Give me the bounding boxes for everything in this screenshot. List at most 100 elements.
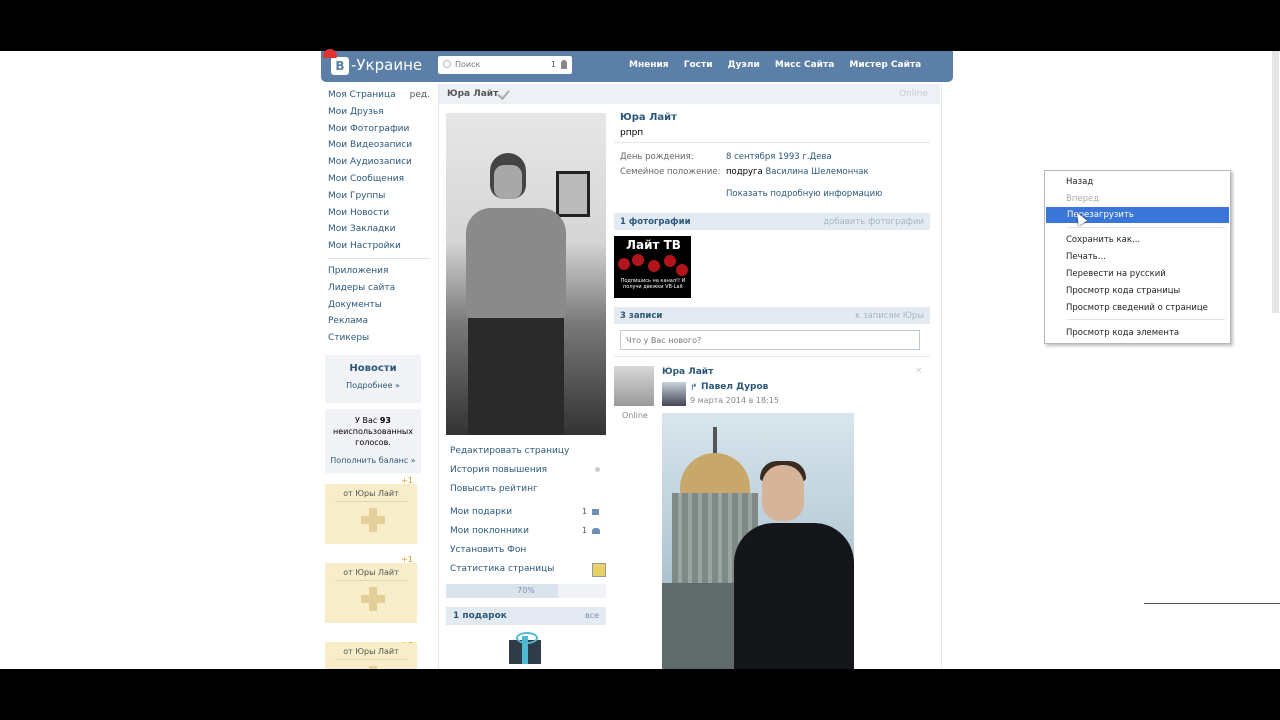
user-icon xyxy=(561,60,567,69)
rose-shape xyxy=(664,255,676,267)
post-delete-icon[interactable]: × xyxy=(915,366,923,376)
news-box: Новости Подробнее » xyxy=(325,355,421,403)
gift-plus: +1 xyxy=(401,476,413,485)
marital-value: подруга Василина Шелемончак xyxy=(726,167,869,177)
nav-guests[interactable]: Гости xyxy=(684,60,713,70)
stats-icon[interactable] xyxy=(592,563,606,577)
sidebar-item-ads[interactable]: Реклама xyxy=(328,313,430,330)
cross-icon xyxy=(361,508,385,532)
post-date[interactable]: 9 марта 2014 в 18:15 xyxy=(690,396,779,405)
gifts-all-link[interactable]: все xyxy=(585,611,599,620)
new-post-field[interactable] xyxy=(620,330,920,350)
sidebar-item-bookmarks[interactable]: Мои Закладки xyxy=(328,221,430,238)
my-fans-link[interactable]: Мои поклонники xyxy=(450,526,529,536)
search-input[interactable] xyxy=(453,59,547,70)
post-author-avatar[interactable] xyxy=(614,366,654,406)
search-box[interactable]: 1 xyxy=(438,56,572,74)
menu-item-inspect[interactable]: Просмотр кода элемента xyxy=(1045,325,1230,341)
repost-icon: ↱ xyxy=(690,383,698,393)
photo-legs xyxy=(468,318,564,435)
site-header: В -Украине 1 Мнения Гости Дуэли Мисс Сай… xyxy=(321,49,953,82)
menu-item-back[interactable]: Назад xyxy=(1045,174,1230,190)
raise-rating-link[interactable]: Повысить рейтинг xyxy=(450,484,538,494)
gift-card[interactable]: +1 от Юры Лайт xyxy=(325,642,417,669)
post-author-name[interactable]: Юра Лайт xyxy=(662,367,713,377)
repost-author-avatar[interactable] xyxy=(662,382,686,406)
my-gifts-link[interactable]: Мои подарки xyxy=(450,507,512,517)
sidebar-item-news[interactable]: Мои Новости xyxy=(328,205,430,222)
nav-miss[interactable]: Мисс Сайта xyxy=(775,60,834,70)
votes-count: 93 xyxy=(379,416,391,425)
gift-from: от Юры Лайт xyxy=(343,489,399,498)
video-letterbox-bottom xyxy=(0,669,1280,720)
menu-item-view-source[interactable]: Просмотр кода страницы xyxy=(1045,283,1230,299)
online-count: 1 xyxy=(550,60,556,69)
cross-icon xyxy=(361,587,385,611)
zodiac-link[interactable]: Дева xyxy=(810,152,832,162)
divider-line xyxy=(1144,603,1280,604)
sidebar-item-videos[interactable]: Мои Видеозаписи xyxy=(328,137,430,154)
nav-duels[interactable]: Дуэли xyxy=(728,60,760,70)
rose-shape xyxy=(618,258,630,270)
photos-title[interactable]: 1 фотографии xyxy=(620,217,691,227)
gifts-title[interactable]: 1 подарок xyxy=(453,611,507,621)
santa-hat-icon xyxy=(323,49,337,58)
page-scrollbar[interactable] xyxy=(1272,51,1279,313)
sidebar-item-friends[interactable]: Мои Друзья xyxy=(328,104,430,121)
wall-title[interactable]: 3 записи xyxy=(620,311,662,321)
edit-link[interactable]: ред. xyxy=(410,87,430,104)
photo-thumbnail[interactable]: Лайт ТВ Подпишись на канал!! И получи дв… xyxy=(614,236,691,298)
page-stats-link[interactable]: Статистика страницы xyxy=(450,564,554,574)
birthday-date-link[interactable]: 8 сентября 1993 г. xyxy=(726,152,810,162)
wall-link[interactable]: к записям Юры xyxy=(855,311,924,321)
sidebar-item-messages[interactable]: Мои Сообщения xyxy=(328,171,430,188)
gift-card[interactable]: +1 от Юры Лайт xyxy=(325,555,417,623)
news-more-link[interactable]: Подробнее » xyxy=(325,381,421,390)
new-post-input[interactable] xyxy=(624,335,918,346)
menu-item-page-info[interactable]: Просмотр сведений о странице xyxy=(1045,300,1230,316)
nav-mister[interactable]: Мистер Сайта xyxy=(849,60,921,70)
sidebar-item-my-page[interactable]: Моя Страница ред. xyxy=(328,87,430,104)
progress-label: 70% xyxy=(517,586,535,595)
sidebar-item-leaders[interactable]: Лидеры сайта xyxy=(328,280,430,297)
gift-box-icon[interactable] xyxy=(507,632,543,664)
gift-card[interactable]: +1 от Юры Лайт xyxy=(325,476,417,544)
sidebar-item-groups[interactable]: Мои Группы xyxy=(328,188,430,205)
show-more-info-link[interactable]: Показать подробную информацию xyxy=(726,189,882,199)
gift-divider xyxy=(335,659,407,660)
votes-box: У Вас 93 неиспользованных голосов. Попол… xyxy=(325,409,421,473)
nav-opinions[interactable]: Мнения xyxy=(629,60,669,70)
menu-separator xyxy=(1067,227,1225,228)
site-logo-text[interactable]: -Украине xyxy=(351,56,422,74)
gift-plus: +1 xyxy=(401,642,413,645)
site-logo[interactable]: В xyxy=(331,57,349,75)
sidebar-item-photos[interactable]: Мои Фотографии xyxy=(328,121,430,138)
set-background-link[interactable]: Установить Фон xyxy=(450,545,526,555)
promotion-history-link[interactable]: История повышения xyxy=(450,465,547,475)
post-image[interactable] xyxy=(662,413,854,669)
sidebar-item-documents[interactable]: Документы xyxy=(328,297,430,314)
video-letterbox-top xyxy=(0,0,1280,51)
menu-item-translate[interactable]: Перевести на русский xyxy=(1045,266,1230,282)
person-face xyxy=(762,465,804,521)
partner-link[interactable]: Василина Шелемончак xyxy=(765,167,868,177)
add-photos-link[interactable]: добавить фотографии xyxy=(823,217,924,227)
menu-item-save-as[interactable]: Сохранить как... xyxy=(1045,232,1230,248)
browser-context-menu: Назад Вперед Перезагрузить Сохранить как… xyxy=(1044,170,1231,344)
top-up-balance-link[interactable]: Пополнить баланс » xyxy=(325,456,421,465)
repost-author-name[interactable]: Павел Дуров xyxy=(701,382,768,392)
profile-photo[interactable] xyxy=(446,113,606,435)
online-status: Online xyxy=(898,89,928,99)
edit-page-link[interactable]: Редактировать страницу xyxy=(450,446,569,456)
sidebar-item-apps[interactable]: Приложения xyxy=(328,263,430,280)
sidebar-item-stickers[interactable]: Стикеры xyxy=(328,330,430,347)
top-nav: Мнения Гости Дуэли Мисс Сайта Мистер Сай… xyxy=(629,60,933,70)
sidebar-item-settings[interactable]: Мои Настройки xyxy=(328,238,430,255)
votes-text: У Вас 93 неиспользованных голосов. xyxy=(333,416,413,447)
sidebar-item-audio[interactable]: Мои Аудиозаписи xyxy=(328,154,430,171)
gift-from: от Юры Лайт xyxy=(343,647,399,656)
rose-shape xyxy=(676,264,688,276)
profile-status[interactable]: рпрп xyxy=(620,128,643,138)
person-coat xyxy=(734,523,854,669)
menu-item-print[interactable]: Печать... xyxy=(1045,249,1230,265)
